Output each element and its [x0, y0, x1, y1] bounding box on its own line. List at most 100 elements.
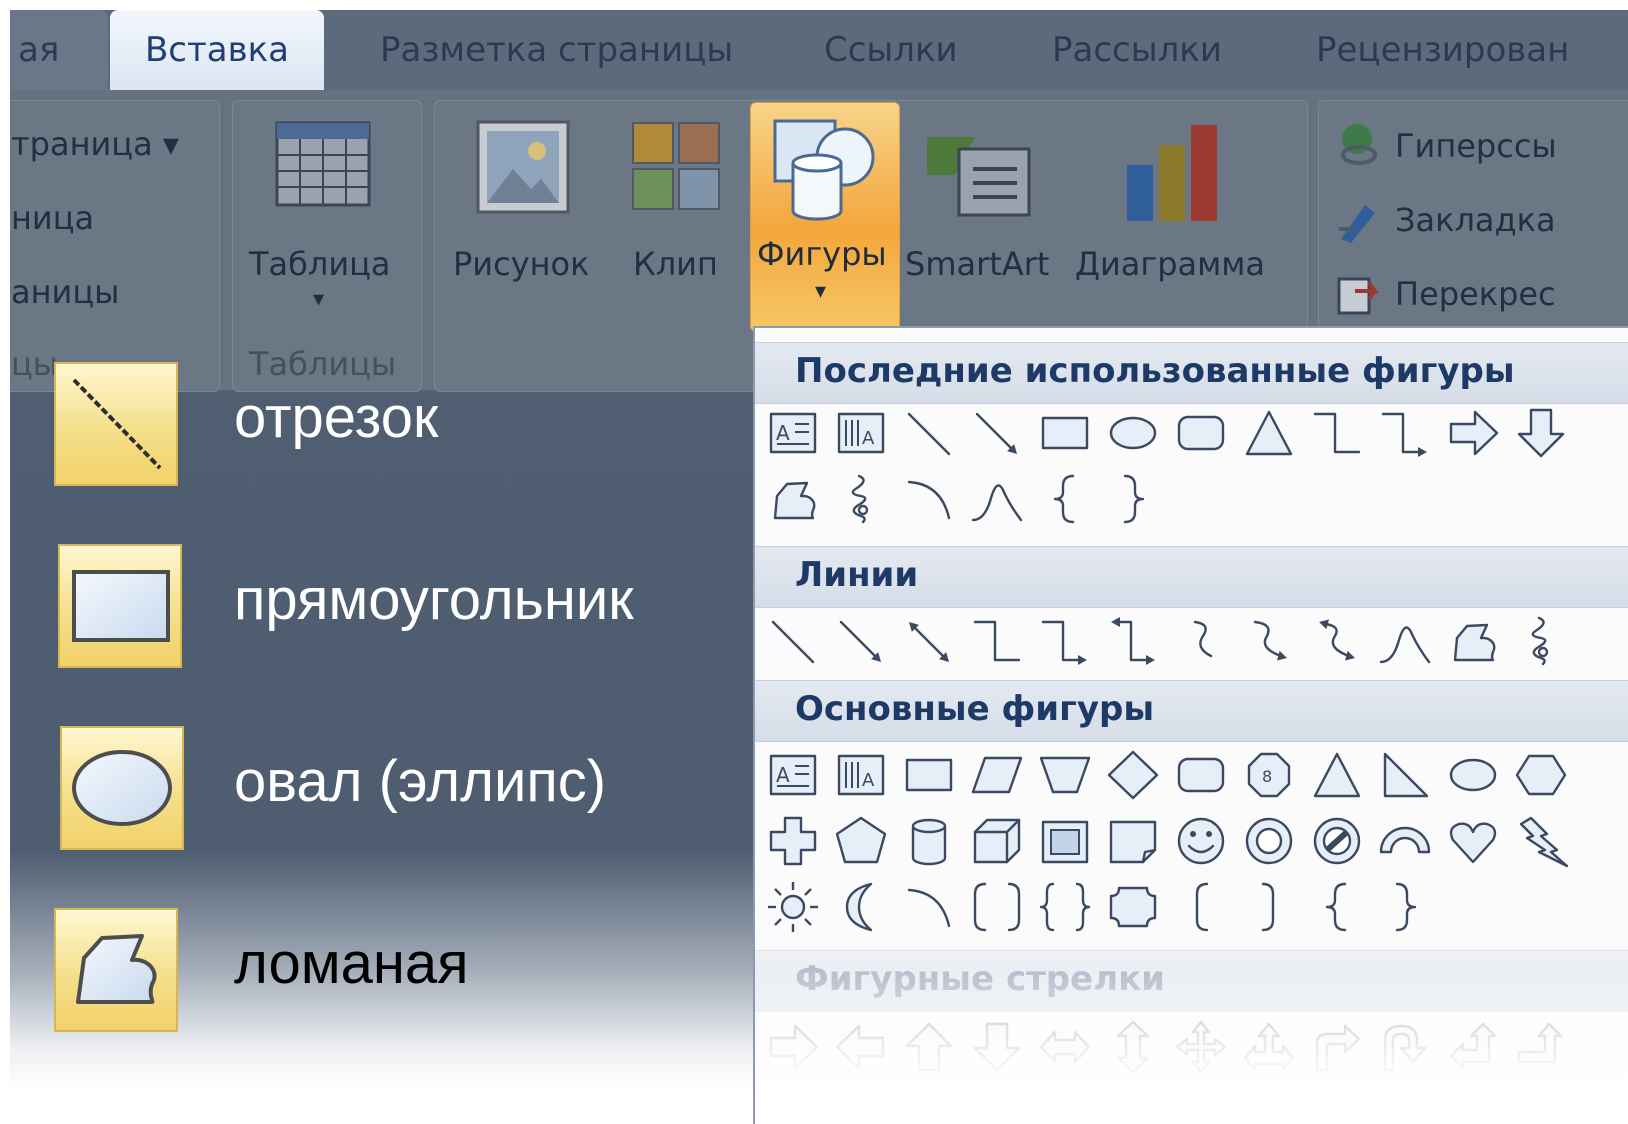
legend-item-line: отрезок: [10, 358, 750, 488]
left-brace-icon[interactable]: [1309, 878, 1365, 936]
picture-button-label[interactable]: Рисунок: [453, 245, 589, 283]
left-brace-icon[interactable]: [1037, 470, 1093, 528]
table-button-label[interactable]: Таблица: [249, 245, 391, 283]
double-bracket-icon[interactable]: [969, 878, 1025, 936]
picture-icon[interactable]: [475, 119, 571, 215]
tab-mailings[interactable]: Рассылки: [1052, 10, 1222, 90]
svg-text:A: A: [776, 763, 790, 787]
right-triangle-icon[interactable]: [1377, 746, 1433, 804]
legend-item-oval: овал (эллипс): [10, 722, 750, 852]
line-icon[interactable]: [901, 404, 957, 462]
donut-icon[interactable]: [1241, 812, 1297, 870]
pages-group: траница ▾ ница аницы цы: [10, 100, 220, 392]
blank-page-button[interactable]: ница: [11, 199, 94, 237]
cross-reference-icon: [1335, 271, 1381, 317]
oval-icon[interactable]: [1445, 746, 1501, 804]
rectangle-icon[interactable]: [901, 746, 957, 804]
elbow-double-arrow-connector-icon[interactable]: [1105, 612, 1161, 670]
smiley-icon[interactable]: [1173, 812, 1229, 870]
sun-icon[interactable]: [765, 878, 821, 936]
curved-arrow-connector-icon[interactable]: [1241, 612, 1297, 670]
down-arrow-icon[interactable]: [1513, 404, 1569, 462]
scribble-icon[interactable]: [1513, 612, 1569, 670]
text-box-icon[interactable]: A: [765, 404, 821, 462]
elbow-connector-icon[interactable]: [1309, 404, 1365, 462]
triangle-icon[interactable]: [1241, 404, 1297, 462]
moon-icon[interactable]: [833, 878, 889, 936]
legend-item-freeform: ломаная: [10, 904, 750, 1034]
table-icon[interactable]: [275, 121, 371, 207]
legend-label-line: отрезок: [234, 385, 439, 450]
rectangle-icon[interactable]: [1037, 404, 1093, 462]
pentagon-icon[interactable]: [833, 812, 889, 870]
tab-home[interactable]: ая: [10, 10, 108, 90]
bookmark-button[interactable]: Закладка: [1395, 201, 1556, 239]
hyperlink-button[interactable]: Гиперссы: [1395, 127, 1557, 165]
freeform-icon[interactable]: [1445, 612, 1501, 670]
block-arc-icon[interactable]: [1377, 812, 1433, 870]
elbow-connector-icon[interactable]: [969, 612, 1025, 670]
lines-title: Линии: [795, 555, 919, 595]
arrow-line-icon[interactable]: [969, 404, 1025, 462]
elbow-arrow-connector-icon[interactable]: [1037, 612, 1093, 670]
tab-review[interactable]: Рецензирован: [1316, 10, 1569, 90]
right-brace-icon[interactable]: [1377, 878, 1433, 936]
shapes-button-label: Фигуры: [757, 235, 887, 273]
rounded-rectangle-icon[interactable]: [1173, 746, 1229, 804]
double-arrow-line-icon[interactable]: [901, 612, 957, 670]
heart-icon[interactable]: [1445, 812, 1501, 870]
smartart-icon[interactable]: [925, 129, 1035, 219]
line-icon[interactable]: [765, 612, 821, 670]
basic-shapes-header: Основные фигуры: [755, 680, 1628, 742]
table-dropdown-chevron-icon[interactable]: ▾: [313, 287, 324, 312]
arrow-line-icon[interactable]: [833, 612, 889, 670]
triangle-icon[interactable]: [1309, 746, 1365, 804]
smartart-button-label[interactable]: SmartArt: [905, 245, 1049, 283]
folded-corner-icon[interactable]: [1105, 812, 1161, 870]
arc-icon[interactable]: [901, 470, 957, 528]
arc-icon[interactable]: [901, 878, 957, 936]
right-brace-icon[interactable]: [1105, 470, 1161, 528]
elbow-arrow-connector-icon[interactable]: [1377, 404, 1433, 462]
bevel-icon[interactable]: [1037, 812, 1093, 870]
right-arrow-icon[interactable]: [1445, 404, 1501, 462]
diamond-icon[interactable]: [1105, 746, 1161, 804]
tab-page-layout[interactable]: Разметка страницы: [380, 10, 733, 90]
vertical-text-box-icon[interactable]: A: [833, 746, 889, 804]
clip-button-label[interactable]: Клип: [633, 245, 718, 283]
page-break-button[interactable]: аницы: [11, 273, 119, 311]
tab-insert[interactable]: Вставка: [110, 10, 324, 90]
text-box-icon[interactable]: A: [765, 746, 821, 804]
cube-icon[interactable]: [969, 812, 1025, 870]
vertical-text-box-icon[interactable]: A: [833, 404, 889, 462]
hexagon-icon[interactable]: [1513, 746, 1569, 804]
plaque-icon[interactable]: [1105, 878, 1161, 936]
tab-references[interactable]: Ссылки: [824, 10, 958, 90]
cross-reference-button[interactable]: Перекрес: [1395, 275, 1556, 313]
can-icon[interactable]: [901, 812, 957, 870]
right-bracket-icon[interactable]: [1241, 878, 1297, 936]
trapezoid-icon[interactable]: [1037, 746, 1093, 804]
chart-button-label[interactable]: Диаграмма: [1075, 245, 1265, 283]
curved-double-arrow-connector-icon[interactable]: [1309, 612, 1365, 670]
scribble-icon[interactable]: [833, 470, 889, 528]
rectangle-icon: [58, 544, 182, 668]
no-symbol-icon[interactable]: [1309, 812, 1365, 870]
freeform-icon[interactable]: [765, 470, 821, 528]
curve-icon[interactable]: [969, 470, 1025, 528]
lightning-icon[interactable]: [1513, 812, 1569, 870]
oval-icon[interactable]: [1105, 404, 1161, 462]
curve-icon[interactable]: [1377, 612, 1433, 670]
cross-icon[interactable]: [765, 812, 821, 870]
curved-connector-icon[interactable]: [1173, 612, 1229, 670]
clip-icon[interactable]: [631, 121, 721, 211]
double-brace-icon[interactable]: [1037, 878, 1093, 936]
shapes-button[interactable]: Фигуры ▾: [750, 102, 900, 332]
cover-page-button[interactable]: траница ▾: [11, 125, 179, 163]
rounded-rectangle-icon[interactable]: [1173, 404, 1229, 462]
left-bracket-icon[interactable]: [1173, 878, 1229, 936]
chart-icon[interactable]: [1121, 119, 1231, 223]
parallelogram-icon[interactable]: [969, 746, 1025, 804]
oval-icon: [60, 726, 184, 850]
octagon-icon[interactable]: 8: [1241, 746, 1297, 804]
